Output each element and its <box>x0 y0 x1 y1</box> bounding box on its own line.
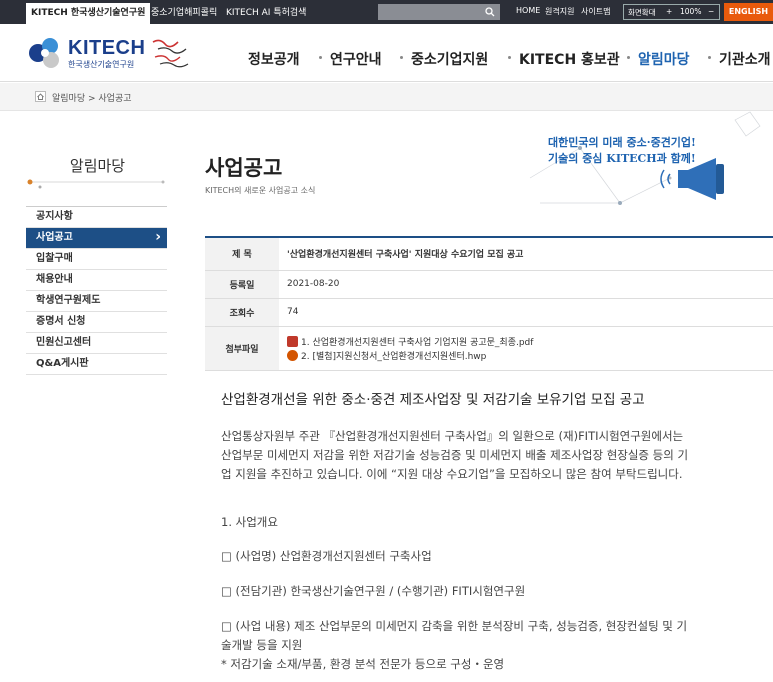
nav-item-research[interactable]: 연구안내 <box>330 49 382 69</box>
attachment-list: 1. 산업환경개선지원센터 구축사업 기업지원 공고문_최종.pdf 2. [별… <box>279 326 773 371</box>
site-tab-kitech[interactable]: KITECH 한국생산기술연구원 <box>26 3 151 24</box>
content-item-2: □ (전담기관) 한국생산기술연구원 / (수행기관) FITI시험연구원 <box>221 584 526 598</box>
slogan-calligraphy-icon <box>152 39 189 68</box>
nav-separator <box>508 56 511 59</box>
content-item-3-line2: 술개발 등을 지원 <box>221 638 303 652</box>
nav-item-notice[interactable]: 알림마당 <box>638 49 690 69</box>
zoom-control: 화면확대 + 100% − <box>623 4 720 20</box>
nav-separator <box>627 56 630 59</box>
content-intro-line1: 산업통상자원부 주관 『산업환경개선지원센터 구축사업』의 일환으로 (재)FI… <box>221 429 684 443</box>
hwp-file-icon <box>287 349 298 361</box>
breadcrumb-path: 알림마당 > 사업공고 <box>52 94 132 104</box>
site-tab-ai-patent[interactable]: KITECH AI 특허검색 <box>221 3 311 24</box>
sidebar-item-certificate[interactable]: 증명서 신청 <box>26 312 167 333</box>
sidebar-decoration-icon <box>27 179 165 189</box>
logo-subtitle: 한국생산기술연구원 <box>68 60 135 69</box>
logo-title[interactable]: KITECH <box>68 37 145 60</box>
header: KITECH 한국생산기술연구원 정보공개 연구안내 중소기업지원 KITECH… <box>0 24 773 82</box>
attachment-pdf[interactable]: 1. 산업환경개선지원센터 구축사업 기업지원 공고문_최종.pdf <box>287 334 773 348</box>
sidebar-title: 알림마당 <box>69 157 126 175</box>
attachment-hwp[interactable]: 2. [별첨]지원신청서_산업환경개선지원센터.hwp <box>287 348 773 362</box>
pdf-file-icon <box>287 335 298 347</box>
post-info-table: 제 목 '산업환경개선지원센터 구축사업' 지원대상 수요기업 모집 공고 등록… <box>205 236 773 371</box>
sidebar-menu: 공지사항 사업공고 입찰구매 채용안내 학생연구원제도 증명서 신청 민원신고센… <box>26 206 167 375</box>
content-intro-line3: 업 지원을 추진하고 있습니다. 이에 “지원 대상 수요기업”을 모집하오니 … <box>221 467 683 481</box>
zoom-value: 100% <box>680 7 702 16</box>
kitech-logo-icon[interactable] <box>26 34 64 72</box>
top-utility-bar: KITECH 한국생산기술연구원 중소기업해피콜릭 KITECH AI 특허검색… <box>0 0 773 24</box>
sidebar-item-notice[interactable]: 공지사항 <box>26 207 167 228</box>
table-row: 등록일 2021-08-20 <box>205 270 773 299</box>
english-button[interactable]: ENGLISH <box>724 3 773 21</box>
nav-separator <box>400 56 403 59</box>
home-link[interactable]: HOME <box>516 6 540 15</box>
sidebar-item-recruitment[interactable]: 채용안내 <box>26 270 167 291</box>
search-icon[interactable] <box>480 4 500 20</box>
sidebar-item-business-announcement[interactable]: 사업공고 <box>26 228 167 249</box>
post-views: 74 <box>279 298 773 327</box>
nav-item-pr-center[interactable]: KITECH 홍보관 <box>519 49 620 69</box>
subject-label: 제 목 <box>205 237 279 271</box>
sidebar-item-qna[interactable]: Q&A게시판 <box>26 354 167 375</box>
zoom-label: 화면확대 <box>628 8 656 17</box>
content-item-1: □ (사업명) 산업환경개선지원센터 구축사업 <box>221 549 432 563</box>
attachment-label: 첨부파일 <box>205 326 279 371</box>
views-label: 조회수 <box>205 298 279 327</box>
page-subtitle: KITECH의 새로운 사업공고 소식 <box>205 186 316 195</box>
content-item-3-sub: * 저감기술 소재/부품, 환경 분석 전문가 등으로 구성・운영 <box>221 657 505 671</box>
sidebar-item-bidding[interactable]: 입찰구매 <box>26 249 167 270</box>
sitemap-link[interactable]: 사이트맵 <box>581 6 610 17</box>
post-subject: '산업환경개선지원센터 구축사업' 지원대상 수요기업 모집 공고 <box>279 237 773 271</box>
nav-item-sme-support[interactable]: 중소기업지원 <box>411 49 488 69</box>
promo-text-line1: 대한민국의 미래 중소·중견기업! <box>548 136 696 149</box>
page-title: 사업공고 <box>205 156 283 180</box>
content-item-3-line1: □ (사업 내용) 제조 산업부문의 미세먼지 감축을 위한 분석장비 구축, … <box>221 619 688 633</box>
nav-item-info-disclosure[interactable]: 정보공개 <box>248 49 300 69</box>
attachment-hwp-name[interactable]: 2. [별첨]지원신청서_산업환경개선지원센터.hwp <box>301 349 486 362</box>
nav-separator <box>708 56 711 59</box>
content-intro-line2: 산업부문 미세먼지 저감을 위한 저감기술 성능검증 및 미세먼지 배출 제조사… <box>221 448 689 462</box>
table-row: 첨부파일 1. 산업환경개선지원센터 구축사업 기업지원 공고문_최종.pdf … <box>205 326 773 371</box>
post-date: 2021-08-20 <box>279 270 773 299</box>
zoom-in-button[interactable]: + <box>666 7 672 16</box>
content-heading: 산업환경개선을 위한 중소‧중견 제조사업장 및 저감기술 보유기업 모집 공고 <box>221 392 645 408</box>
zoom-out-button[interactable]: − <box>708 7 714 16</box>
table-row: 제 목 '산업환경개선지원센터 구축사업' 지원대상 수요기업 모집 공고 <box>205 237 773 271</box>
site-tab-happycall[interactable]: 중소기업해피콜릭 <box>146 3 222 24</box>
breadcrumb: 알림마당 > 사업공고 <box>0 83 773 111</box>
sidebar-item-complaint[interactable]: 민원신고센터 <box>26 333 167 354</box>
home-icon[interactable] <box>35 91 46 102</box>
promo-text-line2: 기술의 중심 KITECH과 함께! <box>548 152 696 165</box>
attachment-pdf-name[interactable]: 1. 산업환경개선지원센터 구축사업 기업지원 공고문_최종.pdf <box>301 335 533 348</box>
table-row: 조회수 74 <box>205 298 773 327</box>
remote-support-link[interactable]: 원격지원 <box>545 6 574 17</box>
nav-separator <box>319 56 322 59</box>
nav-item-about[interactable]: 기관소개 <box>719 49 771 69</box>
date-label: 등록일 <box>205 270 279 299</box>
sidebar-item-student-researcher[interactable]: 학생연구원제도 <box>26 291 167 312</box>
content-section-1: 1. 사업개요 <box>221 515 278 529</box>
